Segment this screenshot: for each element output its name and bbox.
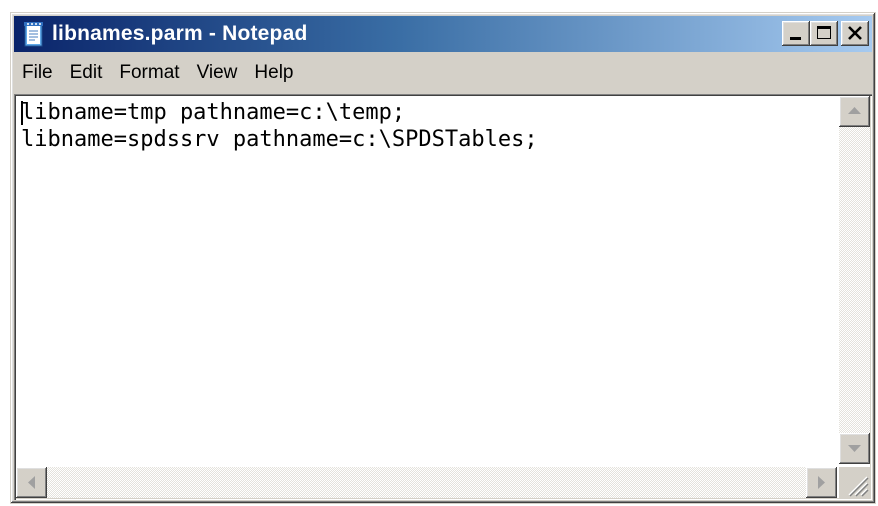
editor-text-area[interactable]: libname=tmp pathname=c:\temp; libname=spd… — [21, 99, 839, 459]
text-caret — [21, 101, 23, 125]
menu-help[interactable]: Help — [246, 60, 301, 86]
close-button[interactable] — [841, 21, 869, 46]
notepad-icon[interactable] — [22, 21, 44, 47]
text-editor[interactable]: libname=tmp pathname=c:\temp; libname=spd… — [14, 94, 872, 500]
window-title: libnames.parm - Notepad — [52, 22, 308, 45]
menu-file[interactable]: File — [14, 60, 61, 86]
maximize-button[interactable] — [810, 21, 838, 46]
maximize-icon — [817, 26, 831, 39]
arrow-left-icon — [28, 476, 35, 489]
scroll-right-button[interactable] — [806, 467, 837, 498]
arrow-right-icon — [818, 476, 825, 489]
close-icon — [848, 26, 862, 40]
title-bar[interactable]: libnames.parm - Notepad — [14, 16, 872, 52]
minimize-icon — [790, 37, 801, 40]
menu-format[interactable]: Format — [111, 60, 187, 86]
scroll-down-button[interactable] — [839, 433, 870, 464]
horizontal-scrollbar[interactable] — [16, 467, 837, 498]
scroll-up-button[interactable] — [839, 96, 870, 127]
editor-line: libname=spdssrv pathname=c:\SPDSTables; — [21, 127, 538, 152]
window-controls — [782, 21, 869, 46]
arrow-down-icon — [848, 445, 861, 452]
scroll-left-button[interactable] — [16, 467, 47, 498]
menu-bar: File Edit Format View Help — [14, 56, 872, 90]
minimize-button[interactable] — [782, 21, 810, 46]
menu-edit[interactable]: Edit — [62, 60, 111, 86]
resize-grip-icon — [848, 476, 869, 497]
vertical-scrollbar[interactable] — [839, 96, 870, 464]
editor-line: libname=tmp pathname=c:\temp; — [21, 100, 406, 125]
arrow-up-icon — [848, 107, 861, 114]
menu-view[interactable]: View — [189, 60, 246, 86]
size-grip[interactable] — [839, 467, 870, 498]
notepad-window: libnames.parm - Notepad File Edit Format… — [10, 12, 876, 504]
